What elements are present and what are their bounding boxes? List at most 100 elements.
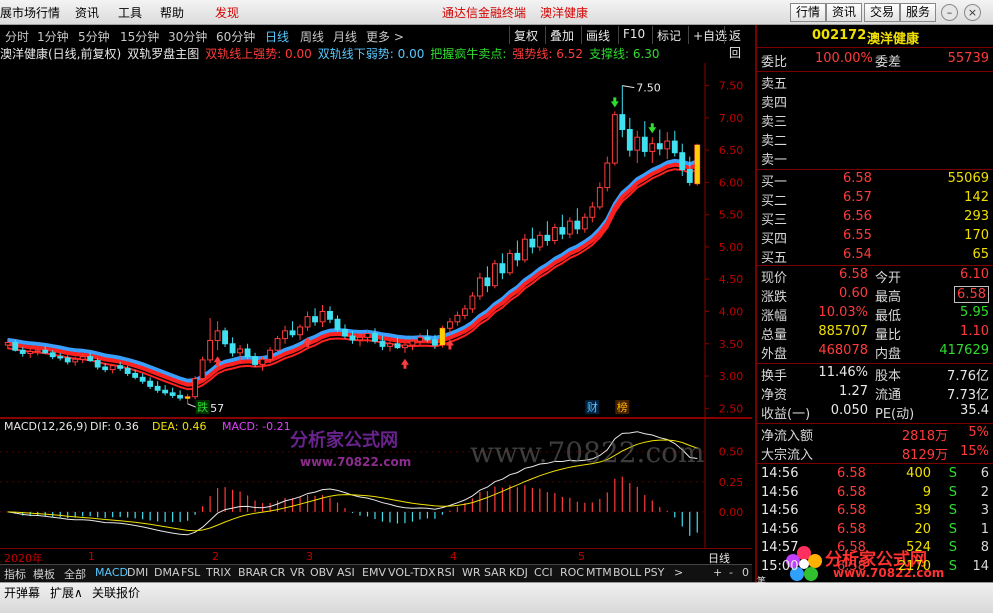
- related-quote-tab[interactable]: 关联报价: [92, 584, 140, 601]
- ind-tab-cr[interactable]: CR: [270, 566, 285, 579]
- draw-line-button[interactable]: 画线: [581, 26, 614, 44]
- ind-tab-trix[interactable]: TRIX: [206, 566, 231, 579]
- tick-price: 6.58: [837, 503, 866, 518]
- candle-body: [656, 143, 663, 150]
- minimize-icon[interactable]: –: [941, 4, 958, 21]
- period-60min[interactable]: 60分钟: [216, 28, 255, 45]
- ind-tab-all[interactable]: 全部: [64, 566, 86, 582]
- period-30min[interactable]: 30分钟: [168, 28, 207, 45]
- quote-header: 002172 澳洋健康: [757, 25, 993, 47]
- main-ytick-label: 6.50: [719, 144, 744, 157]
- candle-body: [72, 358, 79, 363]
- ind-tab-mtm[interactable]: MTM: [586, 566, 612, 579]
- ind-tab-vr[interactable]: VR: [290, 566, 305, 579]
- quote-panel: 002172 澳洋健康 委比 100.00% 委差 55739 笔 分析家公式网…: [755, 25, 993, 587]
- period-15min[interactable]: 15分钟: [120, 28, 159, 45]
- service-button[interactable]: 服务: [900, 3, 937, 22]
- ind-tab-fsl[interactable]: FSL: [181, 566, 200, 579]
- trade-button[interactable]: 交易: [864, 3, 901, 22]
- tick-count: 8: [980, 540, 989, 555]
- flow-label: 大宗流入: [761, 448, 814, 463]
- fund-label-right: PE(动): [875, 407, 915, 422]
- zoom-in-button[interactable]: +: [713, 566, 722, 579]
- expand-tab[interactable]: 扩展∧: [50, 584, 83, 601]
- tick-side: S: [948, 540, 957, 555]
- candle-body: [589, 206, 596, 218]
- ind-tab-vol-tdx[interactable]: VOL-TDX: [388, 566, 436, 579]
- flow-value: 8129万: [901, 448, 948, 463]
- fund-row-1: 换手 11.46% 股本 7.76亿: [757, 365, 993, 384]
- stat-row-1: 现价 6.58 今开 6.10: [757, 267, 993, 286]
- ind-tab-kdj[interactable]: KDJ: [509, 566, 528, 579]
- ind-tab-sar[interactable]: SAR: [484, 566, 506, 579]
- candle-body: [506, 252, 513, 274]
- period-1min[interactable]: 1分钟: [37, 28, 69, 45]
- period-intraday[interactable]: 分时: [5, 28, 29, 45]
- close-icon[interactable]: ×: [964, 4, 981, 21]
- bullet-comment-tab[interactable]: 开弹幕: [4, 584, 40, 601]
- candle-body: [686, 169, 693, 183]
- period-monthly[interactable]: 月线: [333, 28, 357, 45]
- candle-body: [244, 348, 251, 358]
- candle-body: [454, 314, 461, 323]
- candle-body: [42, 349, 49, 354]
- period-more[interactable]: 更多 >: [366, 28, 404, 45]
- ind-tab-dma[interactable]: DMA: [154, 566, 180, 579]
- stat-label-left: 总量: [761, 328, 788, 343]
- sell-label: 卖一: [761, 153, 788, 168]
- ind-tab-obv[interactable]: OBV: [310, 566, 333, 579]
- date-month-2: 2: [212, 550, 219, 563]
- stat-label-left: 涨幅: [761, 309, 788, 324]
- ind-tab-dmi[interactable]: DMI: [127, 566, 148, 579]
- signal-candle: [694, 144, 700, 184]
- buy-row-2: 买二 6.57 142: [757, 190, 993, 209]
- zoom-out-button[interactable]: -: [729, 566, 733, 579]
- tick-count: 2: [980, 484, 989, 500]
- mark-button[interactable]: 标记: [652, 26, 685, 44]
- buy-price: 6.56: [843, 209, 872, 224]
- ind-tab-brar[interactable]: BRAR: [238, 566, 268, 579]
- ind-tab-rsi[interactable]: RSI: [437, 566, 455, 579]
- candle-body: [147, 380, 154, 387]
- tick-side: S: [948, 521, 957, 537]
- ind-tab-emv[interactable]: EMV: [362, 566, 386, 579]
- adjust-button[interactable]: 复权: [509, 26, 542, 44]
- menu-discover[interactable]: 发现: [215, 4, 239, 21]
- ind-tab-roc[interactable]: ROC: [560, 566, 584, 579]
- stat-label-left: 涨跌: [761, 290, 788, 305]
- menu-news[interactable]: 资讯: [75, 4, 99, 21]
- ind-tab-macd[interactable]: MACD: [95, 566, 128, 579]
- buy-row-4: 买四 6.55 170: [757, 228, 993, 247]
- back-button[interactable]: 返回: [724, 26, 752, 60]
- period-weekly[interactable]: 周线: [300, 28, 324, 45]
- candle-body: [626, 128, 633, 151]
- overlay-button[interactable]: 叠加: [545, 26, 578, 44]
- ind-tab-indicator[interactable]: 指标: [4, 566, 26, 582]
- menu-help[interactable]: 帮助: [160, 4, 184, 21]
- zoom-reset-button[interactable]: 0: [742, 566, 749, 579]
- ind-tab-wr[interactable]: WR: [462, 566, 481, 579]
- tick-side: S: [948, 503, 957, 518]
- period-daily[interactable]: 日线: [265, 28, 289, 45]
- date-month-5: 5: [578, 550, 585, 563]
- sell-label: 卖五: [761, 77, 788, 92]
- ind-tab-psy[interactable]: PSY: [644, 566, 664, 579]
- ind-tab-cci[interactable]: CCI: [534, 566, 553, 579]
- ind-tab-template[interactable]: 模板: [33, 566, 55, 582]
- tick-price: 6.58: [837, 521, 866, 537]
- ind-tab-asi[interactable]: ASI: [337, 566, 355, 579]
- period-5min[interactable]: 5分钟: [78, 28, 110, 45]
- candlestick-chart[interactable]: 7.50 7.00 6.50 6.00 5.50 5.00 4.50 4.00 3.50 3.00…: [0, 63, 752, 418]
- menu-bar: 展市场行情 资讯 工具 帮助 发现 通达信金融终端 澳洋健康 行情 资讯 交易 …: [0, 0, 993, 25]
- f10-button[interactable]: F10: [618, 26, 649, 44]
- menu-market[interactable]: 展市场行情: [0, 4, 60, 21]
- ind-tab-boll[interactable]: BOLL: [613, 566, 641, 579]
- menu-tools[interactable]: 工具: [118, 4, 142, 21]
- candle-body: [154, 385, 161, 391]
- macd-chart[interactable]: 0.50 0.25 0.00 MACD(12,26,9) DIF: 0.36 DEA…: [0, 418, 752, 548]
- candle-body: [19, 349, 26, 354]
- ind-tab-more[interactable]: >: [674, 566, 683, 579]
- news-button[interactable]: 资讯: [826, 3, 863, 22]
- quote-button[interactable]: 行情: [790, 3, 827, 22]
- tick-row-2: 14:56 6.58 9 S 2: [757, 485, 993, 504]
